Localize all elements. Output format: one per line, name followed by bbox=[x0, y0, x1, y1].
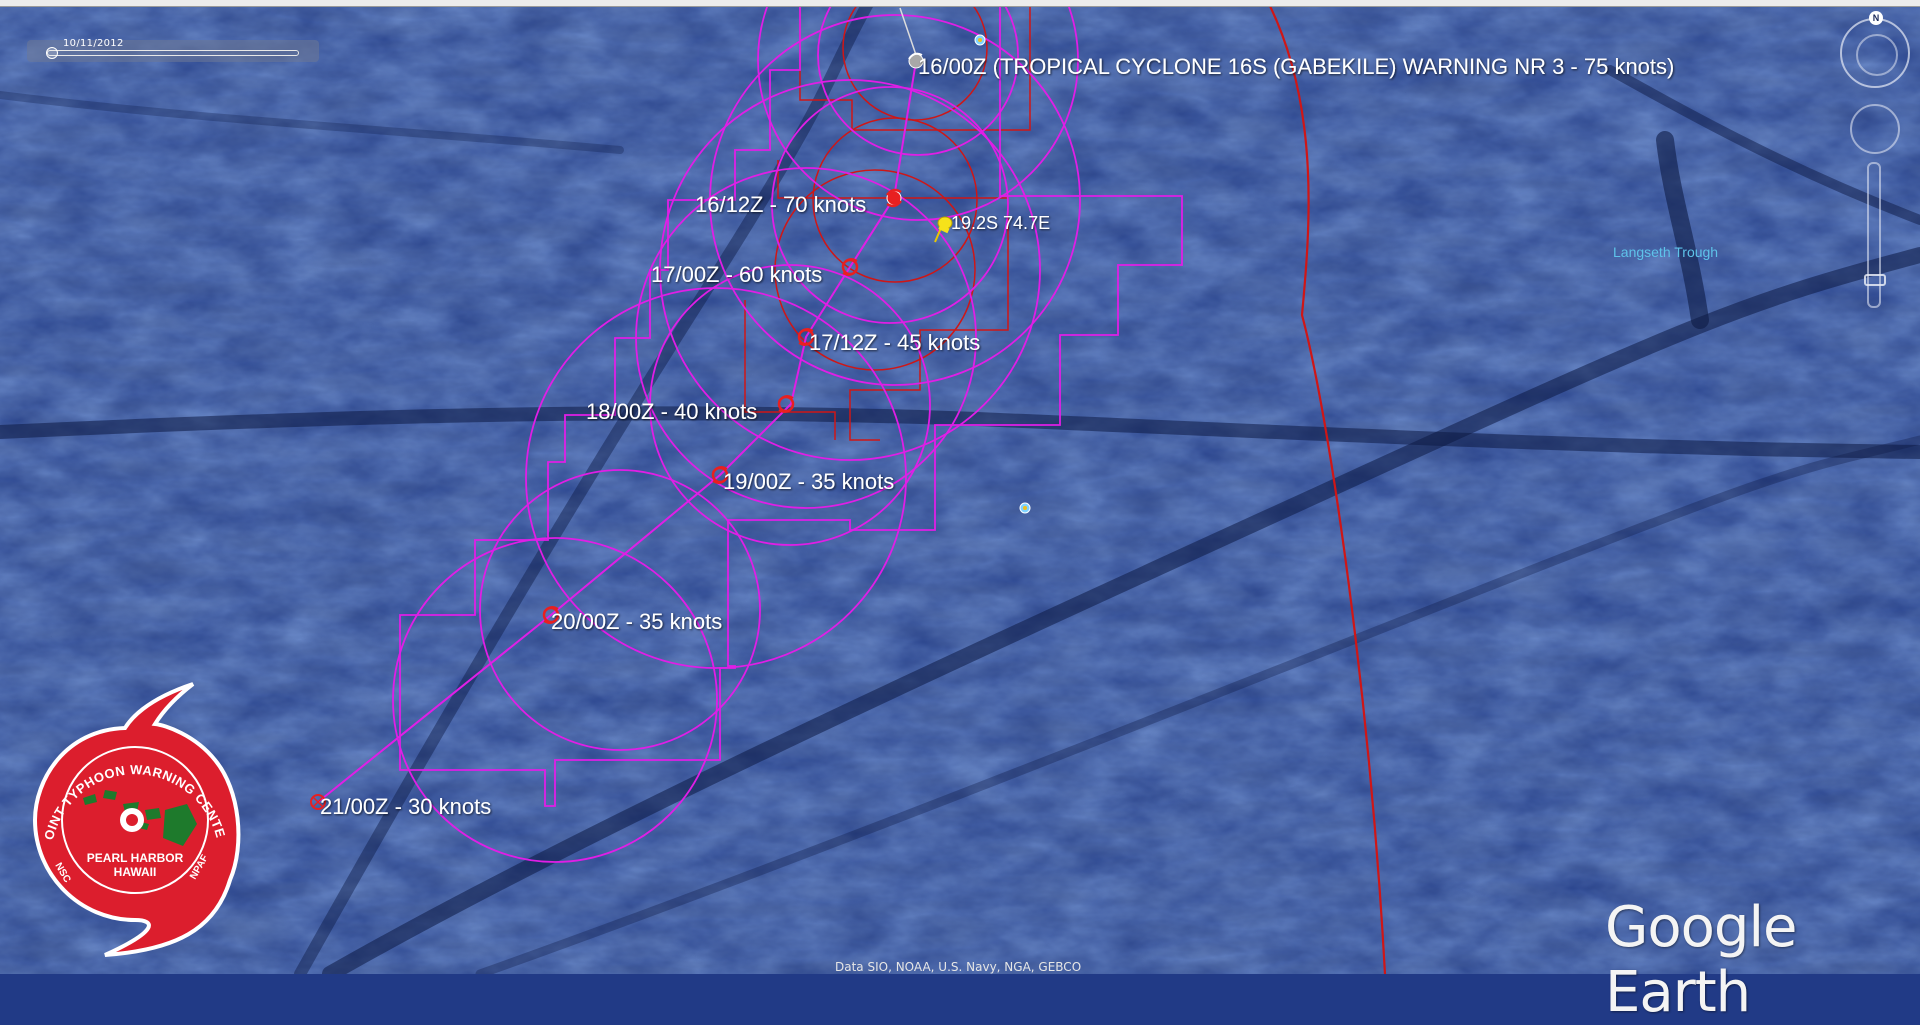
time-slider-date: 10/11/2012 bbox=[63, 38, 124, 49]
navigation-controls: N bbox=[1836, 10, 1916, 310]
logo-location: PEARL HARBOR bbox=[87, 851, 184, 865]
cyclone-marker-icon-1[interactable] bbox=[886, 188, 902, 208]
forecast-label-2: 17/00Z - 60 knots bbox=[651, 262, 822, 287]
toolbar-strip bbox=[0, 0, 1920, 7]
time-slider-handle[interactable] bbox=[46, 47, 58, 59]
small-placemark-icon-2[interactable] bbox=[1019, 502, 1031, 514]
look-joystick[interactable] bbox=[1850, 104, 1900, 154]
zoom-slider[interactable] bbox=[1864, 162, 1886, 308]
forecast-label-7: 21/00Z - 30 knots bbox=[320, 794, 491, 819]
compass-inner-ring[interactable] bbox=[1856, 34, 1898, 76]
forecast-label-4: 18/00Z - 40 knots bbox=[586, 399, 757, 424]
compass-ring[interactable]: N bbox=[1840, 11, 1910, 88]
north-indicator[interactable]: N bbox=[1869, 11, 1883, 25]
time-slider[interactable]: 10/11/2012 bbox=[27, 38, 319, 62]
google-earth-logo: Google Earth bbox=[1605, 895, 1797, 1025]
forecast-label-6: 20/00Z - 35 knots bbox=[551, 609, 722, 634]
ocean-map[interactable]: 16/00Z (TROPICAL CYCLONE 16S (GABEKILE) … bbox=[0, 0, 1920, 974]
data-attribution: Data SIO, NOAA, U.S. Navy, NGA, GEBCO bbox=[835, 960, 1082, 974]
time-slider-track[interactable] bbox=[47, 50, 299, 56]
small-placemark-icon-1[interactable] bbox=[974, 34, 986, 46]
logo-state: HAWAII bbox=[114, 865, 157, 879]
forecast-label-1: 16/12Z - 70 knots bbox=[695, 192, 866, 217]
forecast-label-3: 17/12Z - 45 knots bbox=[809, 330, 980, 355]
langseth-trough-label[interactable]: Langseth Trough bbox=[1613, 244, 1718, 260]
current-position-label: 16/00Z (TROPICAL CYCLONE 16S (GABEKILE) … bbox=[918, 54, 1674, 79]
zoom-slider-knob[interactable] bbox=[1864, 274, 1886, 286]
forecast-label-5: 19/00Z - 35 knots bbox=[723, 469, 894, 494]
pushpin-label: 19.2S 74.7E bbox=[951, 213, 1050, 233]
